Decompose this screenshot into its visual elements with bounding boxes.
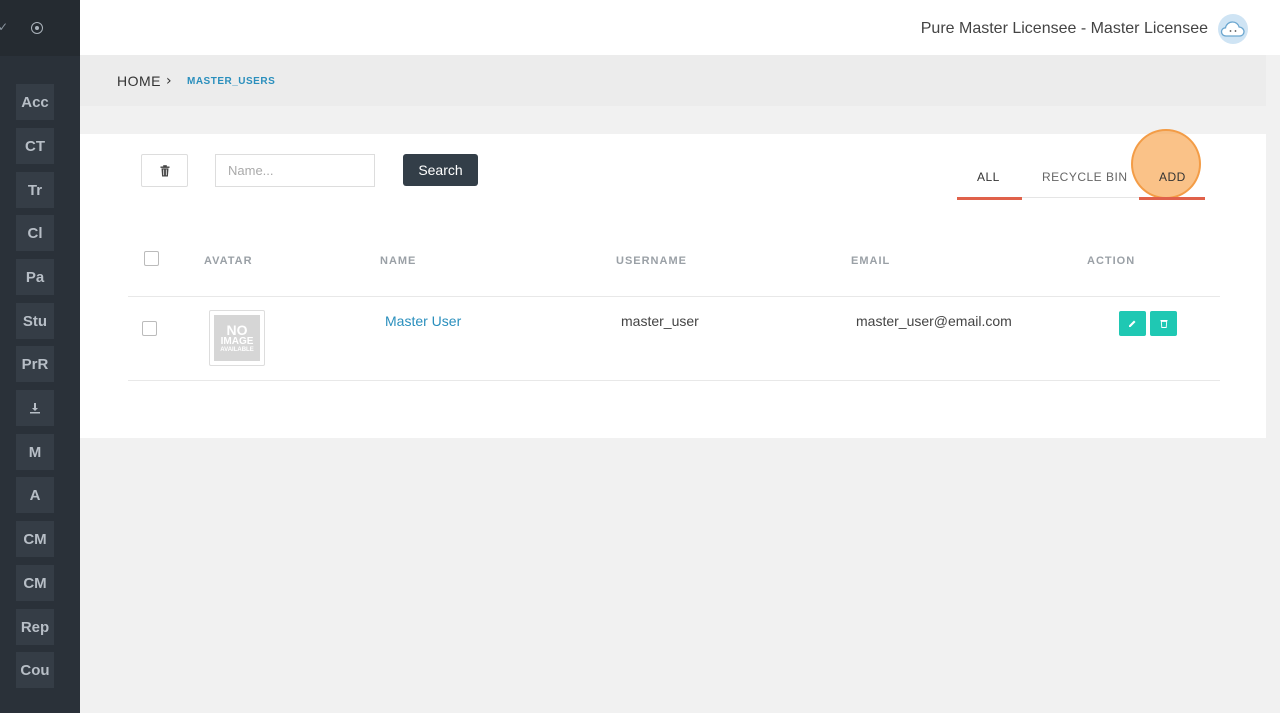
edit-icon (1129, 320, 1136, 327)
cloud-avatar-icon (1220, 21, 1245, 37)
breadcrumb-separator: › (166, 73, 172, 89)
trash-icon (160, 164, 169, 176)
sidebar-header: ✓ (0, 0, 80, 56)
tab-recycle-bin[interactable]: RECYCLE BIN (1042, 170, 1128, 184)
edit-button[interactable] (1119, 311, 1146, 336)
avatar[interactable] (1218, 14, 1248, 44)
sidebar-item-download[interactable] (16, 390, 54, 426)
sidebar-item-cm-1[interactable]: CM (16, 521, 54, 557)
column-header-action: ACTION (1087, 255, 1136, 267)
sidebar-item-cou[interactable]: Cou (16, 652, 54, 688)
breadcrumb-current: MASTER_USERS (187, 76, 276, 87)
trash-icon (1160, 320, 1167, 328)
column-header-email: EMAIL (851, 255, 891, 267)
table-header-divider (128, 296, 1220, 297)
row-checkbox[interactable] (142, 321, 157, 336)
sidebar-item-acc[interactable]: Acc (16, 84, 54, 120)
no-image-line-3: AVAILABLE (220, 347, 254, 353)
sidebar-item-prr[interactable]: PrR (16, 346, 54, 382)
no-image-line-1: NO (226, 322, 248, 338)
select-all-checkbox[interactable] (144, 251, 159, 266)
breadcrumb-home[interactable]: HOME (117, 73, 161, 89)
sidebar-item-label: M (28, 443, 42, 461)
sidebar-item-label: Pa (25, 268, 45, 286)
sidebar-item-stu[interactable]: Stu (16, 303, 54, 339)
column-header-username: USERNAME (616, 255, 687, 267)
scrollbar-track[interactable] (1266, 55, 1280, 713)
sidebar: ✓ Acc CT Tr Cl Pa Stu PrR M A CM CM Rep … (0, 0, 80, 713)
sidebar-item-cl[interactable]: Cl (16, 215, 54, 251)
sidebar-item-label: A (29, 486, 41, 504)
user-name-link[interactable]: Master User (385, 313, 461, 329)
sidebar-item-label: Cou (20, 661, 50, 679)
username-cell: master_user (621, 313, 699, 329)
no-image-line-2: IMAGE (220, 336, 254, 347)
search-button[interactable]: Search (403, 154, 478, 186)
column-header-avatar: AVATAR (204, 255, 253, 267)
sidebar-item-label: PrR (21, 355, 49, 373)
delete-button[interactable] (1150, 311, 1177, 336)
user-name[interactable]: Pure Master Licensee - Master Licensee (921, 20, 1208, 38)
sidebar-item-label: Rep (20, 618, 50, 636)
users-panel: Search ALL RECYCLE BIN ADD AVATAR NAME U… (80, 129, 1266, 438)
sidebar-item-a[interactable]: A (16, 477, 54, 513)
sidebar-item-label: Tr (27, 181, 43, 199)
sidebar-item-label: CM (23, 574, 47, 592)
check-icon[interactable]: ✓ (0, 20, 8, 34)
tab-add-underline (1139, 197, 1205, 200)
top-bar: Pure Master Licensee - Master Licensee (80, 0, 1280, 55)
sidebar-item-label: Acc (21, 93, 49, 111)
sidebar-item-label: CM (23, 530, 47, 548)
click-highlight (1131, 129, 1201, 199)
email-cell: master_user@email.com (856, 313, 1012, 329)
download-icon (30, 403, 40, 414)
target-icon[interactable] (31, 22, 43, 34)
sidebar-item-label: Stu (22, 312, 48, 330)
avatar: NO IMAGE AVAILABLE (209, 310, 265, 366)
table-row-divider (128, 380, 1220, 381)
sidebar-item-tr[interactable]: Tr (16, 172, 54, 208)
column-header-name: NAME (380, 255, 417, 267)
sidebar-item-rep[interactable]: Rep (16, 609, 54, 645)
tab-all-underline (957, 197, 1022, 200)
sidebar-item-pa[interactable]: Pa (16, 259, 54, 295)
sidebar-item-m[interactable]: M (16, 434, 54, 470)
tab-all[interactable]: ALL (977, 170, 1000, 184)
sidebar-item-ct[interactable]: CT (16, 128, 54, 164)
search-input[interactable] (215, 154, 375, 187)
sidebar-item-label: CT (25, 137, 45, 155)
bulk-delete-button[interactable] (141, 154, 188, 187)
tab-add[interactable]: ADD (1159, 170, 1186, 184)
breadcrumb: HOME › MASTER_USERS (80, 55, 1266, 106)
sidebar-item-cm-2[interactable]: CM (16, 565, 54, 601)
no-image-placeholder: NO IMAGE AVAILABLE (214, 315, 260, 361)
sidebar-item-label: Cl (27, 224, 43, 242)
